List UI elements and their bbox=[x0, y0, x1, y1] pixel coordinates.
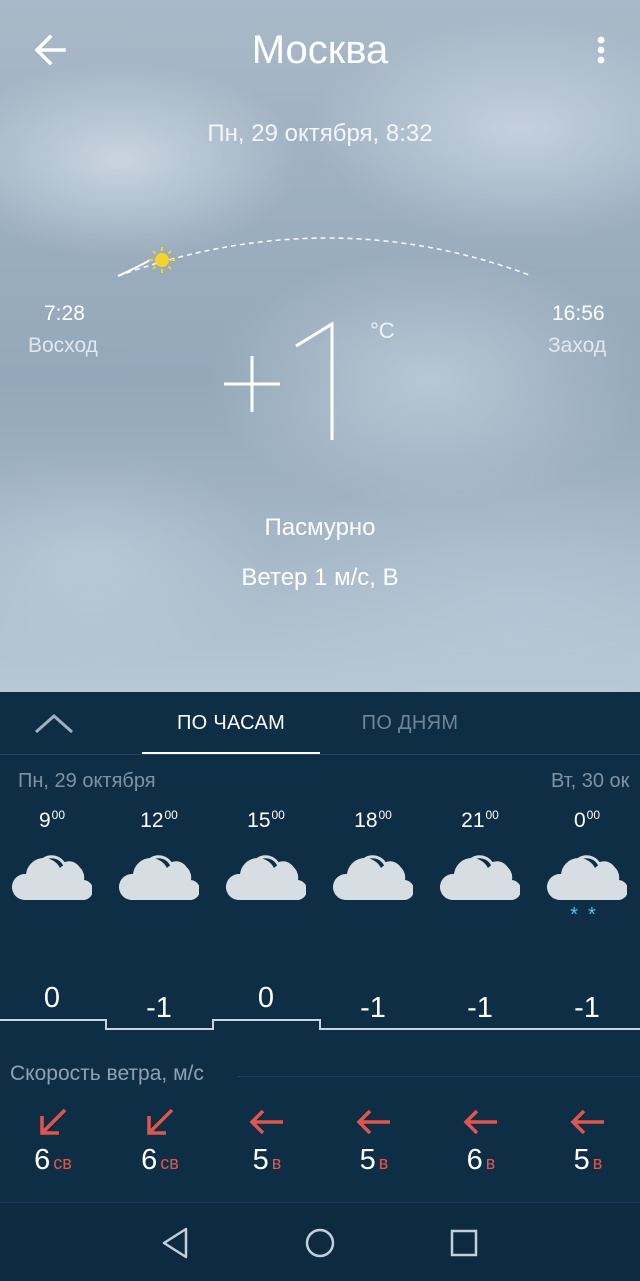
sunset-time: 16:56 bbox=[552, 302, 605, 325]
wind-speed-value: 6 св bbox=[141, 1144, 179, 1176]
hour-label: 1500 bbox=[247, 808, 285, 832]
hour-label: 1200 bbox=[140, 808, 178, 832]
sun-path-arc bbox=[117, 237, 533, 277]
system-navigation-bar bbox=[0, 1202, 640, 1281]
cloudy-icon bbox=[12, 855, 92, 901]
nav-recent-apps-icon[interactable] bbox=[444, 1223, 484, 1263]
collapse-button[interactable] bbox=[30, 704, 78, 744]
current-wind: Ветер 1 м/с, В bbox=[241, 564, 399, 591]
wind-arrow-west-icon bbox=[356, 1109, 390, 1135]
wind-arrow-west-icon bbox=[570, 1109, 604, 1135]
hour-label: 900 bbox=[38, 808, 66, 832]
wind-arrow-sw-icon bbox=[147, 1108, 174, 1135]
current-weather-section: Москва Пн, 29 октября, 8:32 7:28 Восход … bbox=[0, 0, 640, 692]
wind-speed-title: Скорость ветра, м/с bbox=[10, 1062, 204, 1085]
wind-arrow-west-icon bbox=[463, 1109, 497, 1135]
cloudy-icon bbox=[226, 855, 306, 901]
day-label-tomorrow: Вт, 30 ок bbox=[551, 770, 630, 792]
cloudy-icon bbox=[440, 855, 520, 901]
city-title: Москва bbox=[251, 28, 389, 72]
wind-arrow-west-icon bbox=[249, 1109, 283, 1135]
more-menu-button[interactable] bbox=[582, 28, 622, 74]
temperature-unit: °C bbox=[370, 318, 395, 343]
snowflakes-icon: ** bbox=[570, 904, 606, 926]
nav-home-icon[interactable] bbox=[300, 1223, 340, 1263]
forecast-panel: ПО ЧАСАМ ПО ДНЯМ Пн, 29 октября Вт, 30 о… bbox=[0, 692, 640, 1202]
hour-temperature: -1 bbox=[467, 992, 493, 1024]
nav-back-icon[interactable] bbox=[156, 1223, 196, 1263]
wind-speed-value: 6в bbox=[466, 1144, 496, 1176]
hour-label: 1800 bbox=[354, 808, 392, 832]
tab-days[interactable]: ПО ДНЯМ bbox=[330, 712, 490, 735]
plus-sign bbox=[224, 356, 280, 412]
hour-temperature: -1 bbox=[146, 992, 172, 1024]
day-label-today: Пн, 29 октября bbox=[18, 770, 156, 792]
cloudy-snow-icon bbox=[547, 855, 627, 901]
wind-speed-value: 5в bbox=[252, 1144, 282, 1176]
chevron-up-icon bbox=[35, 713, 73, 734]
wind-speed-value: 6 св bbox=[34, 1144, 72, 1176]
current-datetime: Пн, 29 октября, 8:32 bbox=[207, 120, 433, 147]
arrow-left-icon bbox=[34, 34, 66, 66]
hour-temperature: 0 bbox=[257, 982, 275, 1014]
wind-arrow-sw-icon bbox=[40, 1108, 67, 1135]
cloudy-icon bbox=[333, 855, 413, 901]
sunrise-label: Восход bbox=[28, 334, 98, 357]
tab-hours[interactable]: ПО ЧАСАМ bbox=[142, 712, 320, 735]
weather-condition: Пасмурно bbox=[264, 514, 376, 541]
wind-section-divider bbox=[238, 1076, 640, 1077]
sunset-label: Заход bbox=[548, 334, 607, 357]
back-button[interactable] bbox=[22, 26, 78, 76]
hour-temperature: -1 bbox=[360, 992, 386, 1024]
hour-label: 000 bbox=[573, 808, 601, 832]
digit-one bbox=[295, 322, 334, 440]
tabs-divider bbox=[0, 754, 640, 755]
more-vertical-icon bbox=[597, 36, 605, 64]
sunrise-time: 7:28 bbox=[44, 302, 85, 325]
temperature-graph bbox=[0, 1019, 640, 1030]
wind-speed-value: 5в bbox=[573, 1144, 603, 1176]
cloudy-icon bbox=[119, 855, 199, 901]
hour-temperature: 0 bbox=[43, 982, 61, 1014]
sun-icon bbox=[149, 247, 175, 273]
wind-speed-value: 5в bbox=[359, 1144, 389, 1176]
hour-temperature: -1 bbox=[574, 992, 600, 1024]
hour-label: 2100 bbox=[461, 808, 499, 832]
